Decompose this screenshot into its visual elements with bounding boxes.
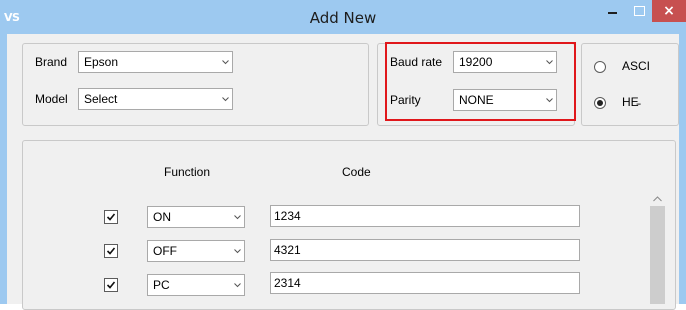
ascii-option-label[interactable]: ASCI — [622, 59, 650, 73]
function-value: OFF — [153, 244, 177, 258]
radio-icon[interactable] — [594, 61, 606, 73]
chevron-down-icon — [230, 248, 244, 254]
scroll-up-icon — [652, 191, 662, 205]
function-dropdown[interactable]: OFF — [147, 240, 245, 262]
brand-dropdown[interactable]: Epson — [78, 51, 233, 73]
chevron-down-icon — [230, 214, 244, 220]
chevron-down-icon — [230, 282, 244, 288]
window-title: Add New — [309, 9, 377, 27]
checkbox-icon[interactable] — [104, 210, 118, 224]
code-input[interactable] — [270, 205, 580, 227]
function-value: PC — [153, 278, 170, 292]
hex-option-label[interactable]: HE̵ — [622, 95, 639, 109]
maximize-button[interactable] — [626, 0, 652, 22]
model-dropdown[interactable]: Select — [78, 88, 233, 110]
function-dropdown[interactable]: ON — [147, 206, 245, 228]
radio-selected-dot — [597, 100, 603, 106]
minimize-button[interactable] — [598, 0, 626, 22]
brand-value: Epson — [84, 55, 119, 69]
close-button[interactable]: × — [652, 0, 686, 22]
function-column-header: Function — [164, 165, 211, 179]
mode-group — [581, 43, 679, 126]
chevron-down-icon — [218, 96, 232, 102]
minimize-icon — [607, 11, 617, 14]
model-value: Select — [84, 92, 118, 106]
scroll-up-button[interactable] — [648, 190, 666, 206]
scrollbar-thumb[interactable] — [650, 206, 665, 304]
brand-label: Brand — [35, 55, 68, 69]
highlight-box — [385, 42, 576, 121]
function-dropdown[interactable]: PC — [147, 274, 245, 296]
checkbox-icon[interactable] — [104, 244, 118, 258]
window-frame-right — [679, 34, 686, 304]
function-value: ON — [153, 210, 171, 224]
code-column-header: Code — [342, 165, 371, 179]
checkbox-icon[interactable] — [104, 278, 118, 292]
maximize-icon — [633, 6, 645, 16]
window-frame-left — [0, 34, 7, 304]
radio-icon[interactable] — [594, 97, 606, 109]
code-input[interactable] — [270, 239, 580, 261]
close-icon: × — [663, 3, 675, 19]
code-input[interactable] — [270, 272, 580, 294]
chevron-down-icon — [218, 59, 232, 65]
model-label: Model — [35, 92, 68, 106]
